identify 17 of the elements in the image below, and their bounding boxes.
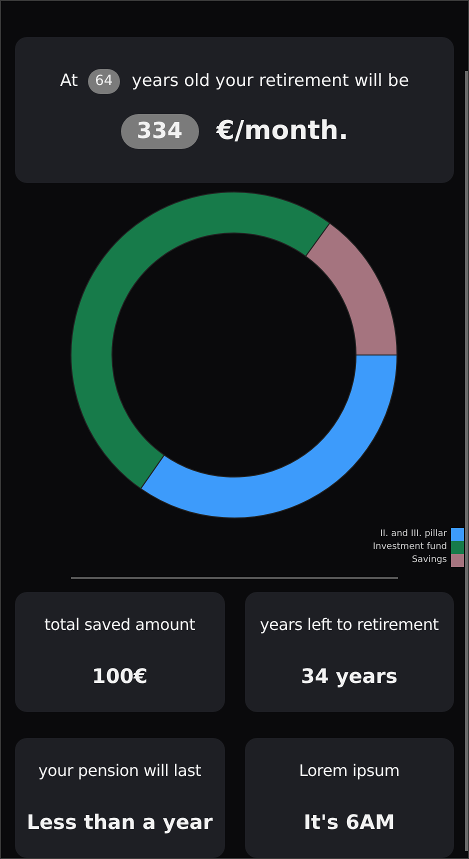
amount-badge: 334 [120,114,199,150]
legend-label: Savings [412,554,447,568]
stat-value: 100€ [92,663,148,690]
stat-label: your pension will last [38,760,202,782]
scrollbar[interactable] [465,71,468,851]
stat-label: total saved amount [44,614,196,636]
stat-value: Less than a year [26,809,213,836]
age-badge: 64 [88,69,120,94]
stat-label: years left to retirement [260,614,439,636]
retirement-label: years old your retirement will be [132,70,410,93]
legend-label: Investment fund [372,541,447,554]
at-label: At [60,70,78,93]
stat-value: It's 6AM [304,809,395,836]
stat-value: 34 years [300,663,398,690]
unit-label: €/month. [216,115,348,148]
stat-label: Lorem ipsum [298,760,400,782]
legend-label: II. and III. pillar [380,528,447,542]
